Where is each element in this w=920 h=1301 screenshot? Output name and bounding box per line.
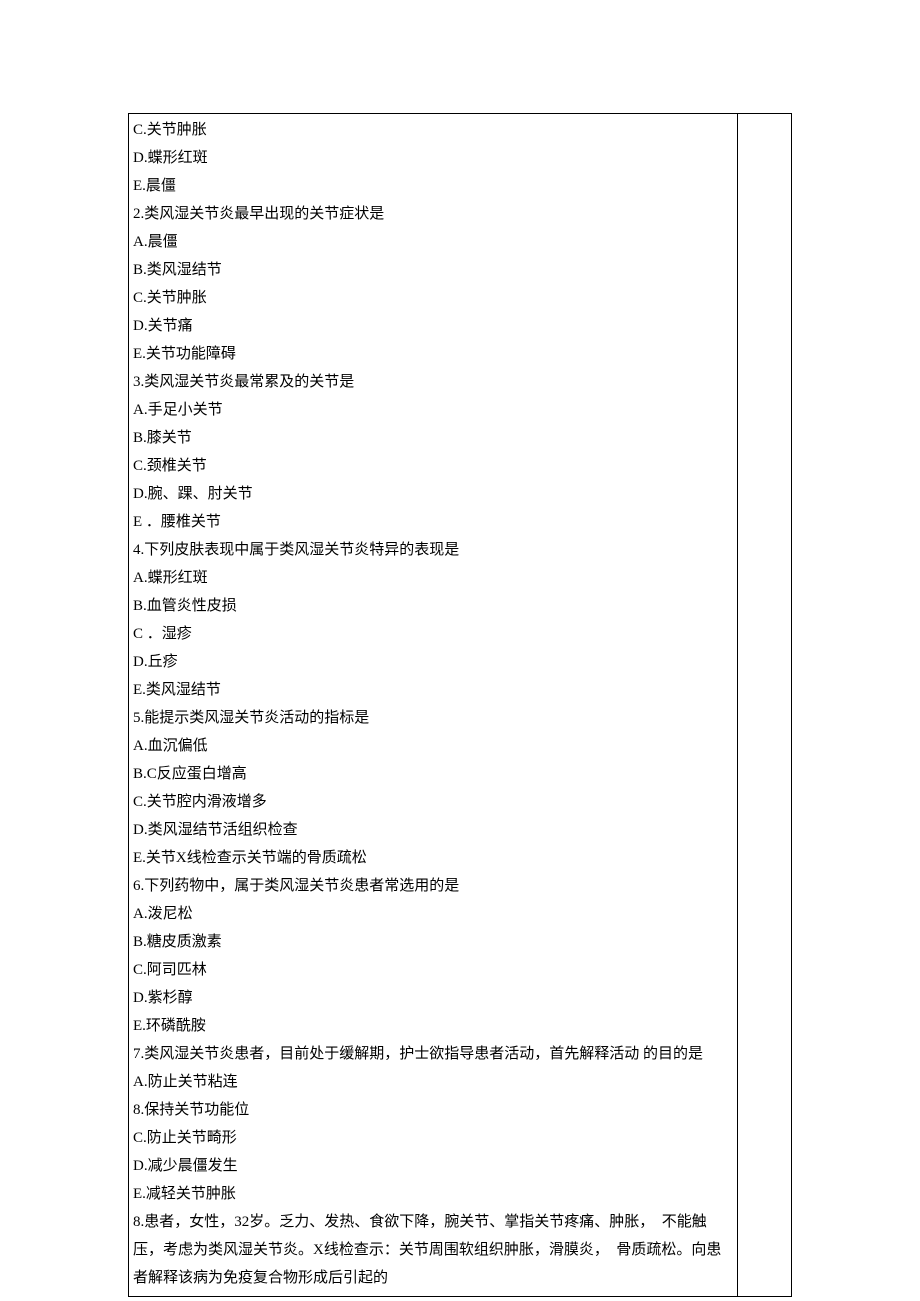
side-margin-cell <box>737 114 791 1297</box>
text-body: C.关节肿胀D.蝶形红斑E.晨僵2.类风湿关节炎最早出现的关节症状是A.晨僵B.… <box>133 116 733 1292</box>
text-line: B.糖皮质激素 <box>133 928 733 956</box>
text-line: C.防止关节畸形 <box>133 1124 733 1152</box>
text-line: E.环磷酰胺 <box>133 1012 733 1040</box>
text-line: D.类风湿结节活组织检查 <box>133 816 733 844</box>
text-line: A.防止关节粘连 <box>133 1068 733 1096</box>
text-line: E.减轻关节肿胀 <box>133 1180 733 1208</box>
text-line: C.颈椎关节 <box>133 452 733 480</box>
text-line: D.蝶形红斑 <box>133 144 733 172</box>
text-line: 8.患者，女性，32岁。乏力、发热、食欲下降，腕关节、掌指关节疼痛、肿胀， 不能… <box>133 1208 733 1292</box>
text-line: E ．腰椎关节 <box>133 508 733 536</box>
text-line: C.阿司匹林 <box>133 956 733 984</box>
text-line: C.关节肿胀 <box>133 284 733 312</box>
text-line: D.关节痛 <box>133 312 733 340</box>
text-line: A.晨僵 <box>133 228 733 256</box>
main-content-cell: C.关节肿胀D.蝶形红斑E.晨僵2.类风湿关节炎最早出现的关节症状是A.晨僵B.… <box>129 114 738 1297</box>
text-line: C.关节肿胀 <box>133 116 733 144</box>
text-line: 7.类风湿关节炎患者，目前处于缓解期，护士欲指导患者活动，首先解释活动 的目的是 <box>133 1040 733 1068</box>
text-line: 2.类风湿关节炎最早出现的关节症状是 <box>133 200 733 228</box>
text-line: A.血沉偏低 <box>133 732 733 760</box>
content-table: C.关节肿胀D.蝶形红斑E.晨僵2.类风湿关节炎最早出现的关节症状是A.晨僵B.… <box>128 113 792 1297</box>
text-line: 5.能提示类风湿关节炎活动的指标是 <box>133 704 733 732</box>
text-line: B.血管炎性皮损 <box>133 592 733 620</box>
text-line: D.腕、踝、肘关节 <box>133 480 733 508</box>
text-line: 4.下列皮肤表现中属于类风湿关节炎特异的表现是 <box>133 536 733 564</box>
text-line: D.减少晨僵发生 <box>133 1152 733 1180</box>
text-line: E.关节功能障碍 <box>133 340 733 368</box>
text-line: A.蝶形红斑 <box>133 564 733 592</box>
text-line: D.紫杉醇 <box>133 984 733 1012</box>
text-line: 3.类风湿关节炎最常累及的关节是 <box>133 368 733 396</box>
text-line: 8.保持关节功能位 <box>133 1096 733 1124</box>
text-line: A.手足小关节 <box>133 396 733 424</box>
text-line: E.晨僵 <box>133 172 733 200</box>
text-line: D.丘疹 <box>133 648 733 676</box>
text-line: B.类风湿结节 <box>133 256 733 284</box>
page: C.关节肿胀D.蝶形红斑E.晨僵2.类风湿关节炎最早出现的关节症状是A.晨僵B.… <box>0 0 920 1301</box>
text-line: C.关节腔内滑液增多 <box>133 788 733 816</box>
text-line: E.类风湿结节 <box>133 676 733 704</box>
text-line: B.膝关节 <box>133 424 733 452</box>
text-line: C ．湿疹 <box>133 620 733 648</box>
text-line: 6.下列药物中，属于类风湿关节炎患者常选用的是 <box>133 872 733 900</box>
text-line: B.C反应蛋白增高 <box>133 760 733 788</box>
text-line: E.关节X线检查示关节端的骨质疏松 <box>133 844 733 872</box>
text-line: A.泼尼松 <box>133 900 733 928</box>
